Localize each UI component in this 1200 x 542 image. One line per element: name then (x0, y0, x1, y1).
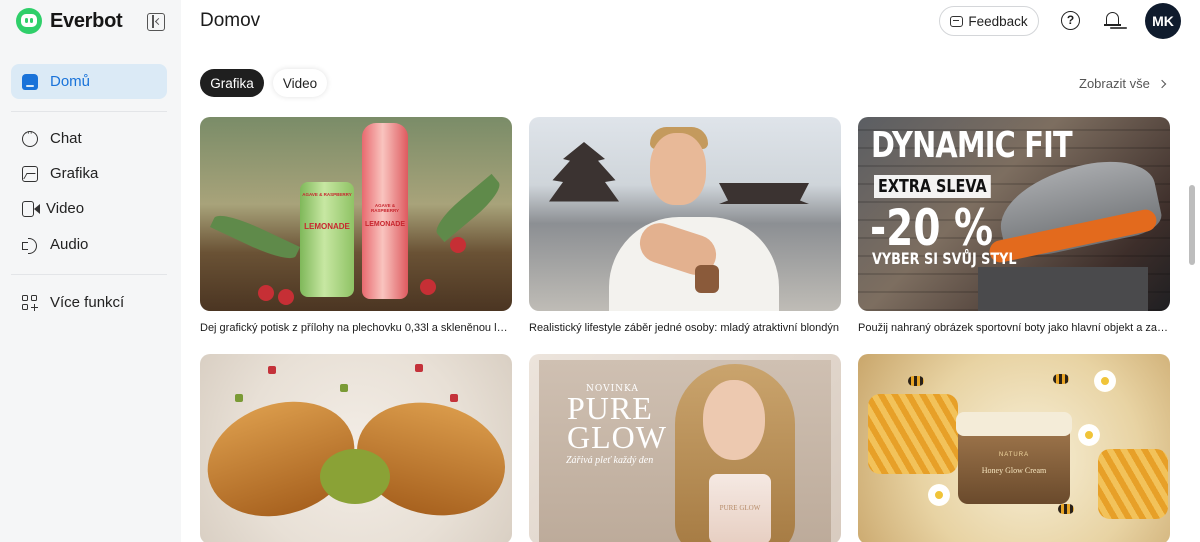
sidebar-item-audio[interactable]: Audio (11, 227, 167, 262)
bee (1058, 504, 1074, 514)
sidebar-item-video[interactable]: Video (11, 191, 167, 226)
aloe-leaf (430, 173, 506, 243)
cream-jar (958, 424, 1070, 504)
sidebar-item-chat[interactable]: Chat (11, 121, 167, 156)
gallery-card[interactable] (200, 354, 512, 542)
raspberry (420, 279, 436, 295)
see-all-label: Zobrazit vše (1079, 76, 1150, 91)
card-image[interactable]: AGAVE & RASPBERRY LEMONADE AGAVE & RASPB… (200, 117, 512, 311)
card-image[interactable] (200, 354, 512, 542)
flower (1094, 370, 1116, 392)
sidebar-item-grafika[interactable]: Grafika (11, 156, 167, 191)
can-top-text: AGAVE & RASPBERRY (302, 192, 352, 197)
notifications-bell-icon[interactable] (1104, 11, 1122, 30)
lemonade-can: AGAVE & RASPBERRY LEMONADE (300, 182, 354, 297)
help-icon[interactable]: ? (1061, 11, 1080, 30)
flower (1078, 424, 1100, 446)
ad-tagline: VYBER SI SVŮJ STYL (872, 249, 1017, 268)
card-image[interactable] (529, 117, 841, 311)
sidebar-item-label: Audio (50, 236, 89, 253)
sidebar-item-domu[interactable]: Domů (11, 64, 167, 99)
everbot-logo-icon (16, 8, 42, 34)
ad-tagline: Zářivá pleť každý den (566, 455, 654, 466)
sidebar-item-label: Video (46, 200, 85, 217)
tab-video[interactable]: Video (273, 69, 327, 97)
feedback-button[interactable]: Feedback (939, 6, 1039, 36)
raspberry-crumb (450, 394, 458, 402)
gallery-card[interactable]: DYNAMIC FIT EXTRA SLEVA -20 % VYBER SI S… (858, 117, 1170, 334)
gallery-card[interactable]: Realistický lifestyle záběr jedné osoby:… (529, 117, 841, 334)
raspberry (450, 237, 466, 253)
sidebar-item-label: Více funkcí (50, 294, 125, 311)
sidebar-divider (11, 111, 167, 112)
shoe-plinth (978, 267, 1148, 311)
see-all-link[interactable]: Zobrazit vše (1079, 76, 1167, 91)
ad-subtitle: EXTRA SLEVA (874, 175, 991, 198)
pistachio-crumb (340, 384, 348, 392)
gallery-card[interactable]: NATURA Honey Glow Cream (858, 354, 1170, 542)
ad-title: DYNAMIC FIT (871, 125, 1073, 166)
gallery-card[interactable]: AGAVE & RASPBERRY LEMONADE AGAVE & RASPB… (200, 117, 512, 334)
ad-title-line: GLOW (567, 419, 667, 455)
person-face (650, 133, 706, 205)
card-caption: Realistický lifestyle záběr jedné osoby:… (529, 322, 839, 334)
ad-title: PURE GLOW (567, 392, 667, 455)
aloe-leaf (209, 208, 301, 266)
jar-label: PURE GLOW (719, 504, 761, 512)
card-image[interactable]: DYNAMIC FIT EXTRA SLEVA -20 % VYBER SI S… (858, 117, 1170, 311)
brand-name: Everbot (50, 9, 123, 32)
raspberry-crumb (268, 366, 276, 374)
card-image[interactable]: NATURA Honey Glow Cream (858, 354, 1170, 542)
wooden-watch (695, 265, 719, 293)
home-icon (22, 73, 38, 90)
flower (928, 484, 950, 506)
sidebar-item-more-features[interactable]: Více funkcí (11, 285, 167, 320)
card-image[interactable]: PURE GLOW NOVINKA PURE GLOW Zářivá pleť … (529, 354, 841, 542)
bottle-top-text: AGAVE & RASPBERRY (370, 203, 400, 213)
cream-jar-lid (956, 412, 1072, 436)
chevron-right-icon (1157, 79, 1167, 88)
pistachio-filling (320, 449, 390, 504)
avatar[interactable]: MK (1145, 3, 1181, 39)
scrollbar-track[interactable] (1185, 48, 1200, 542)
feedback-label: Feedback (968, 13, 1028, 29)
sidebar-item-label: Chat (50, 130, 82, 147)
feedback-icon (950, 15, 964, 27)
sidebar-collapse-icon[interactable] (147, 13, 165, 31)
honeycomb (1098, 449, 1168, 519)
tab-grafika[interactable]: Grafika (200, 69, 264, 97)
can-brand-text: LEMONADE (304, 222, 350, 231)
raspberry (278, 289, 294, 305)
scrollbar-thumb[interactable] (1189, 185, 1195, 265)
sidebar-item-label: Grafika (50, 165, 99, 182)
chat-icon (22, 127, 38, 147)
pistachio-crumb (235, 394, 243, 402)
app-root: Everbot Domů Chat Grafika Video Audio Ví… (0, 0, 1200, 542)
honeycomb (868, 394, 958, 474)
lemonade-bottle: AGAVE & RASPBERRY LEMONADE (362, 123, 408, 299)
gallery-card[interactable]: PURE GLOW NOVINKA PURE GLOW Zářivá pleť … (529, 354, 841, 542)
brand[interactable]: Everbot (16, 8, 123, 34)
sidebar: Everbot Domů Chat Grafika Video Audio Ví… (0, 0, 181, 542)
bottle-brand-text: LEMONADE (364, 221, 406, 228)
bee (1053, 374, 1069, 384)
jar-brand: NATURA (998, 452, 1030, 458)
raspberry-crumb (415, 364, 423, 372)
pagoda (549, 142, 619, 202)
page-title: Domov (200, 10, 261, 31)
bee (908, 376, 924, 386)
audio-icon (22, 237, 38, 254)
jar-label: Honey Glow Cream (981, 466, 1047, 475)
raspberry (258, 285, 274, 301)
video-icon (22, 200, 34, 217)
model-face (703, 380, 765, 460)
card-caption: Dej grafický potisk z přílohy na plechov… (200, 322, 512, 334)
sidebar-divider (11, 274, 167, 275)
more-features-icon (22, 294, 38, 311)
card-caption: Použij nahraný obrázek sportovní boty ja… (858, 322, 1170, 334)
sidebar-item-label: Domů (50, 73, 91, 90)
image-icon (22, 165, 38, 182)
